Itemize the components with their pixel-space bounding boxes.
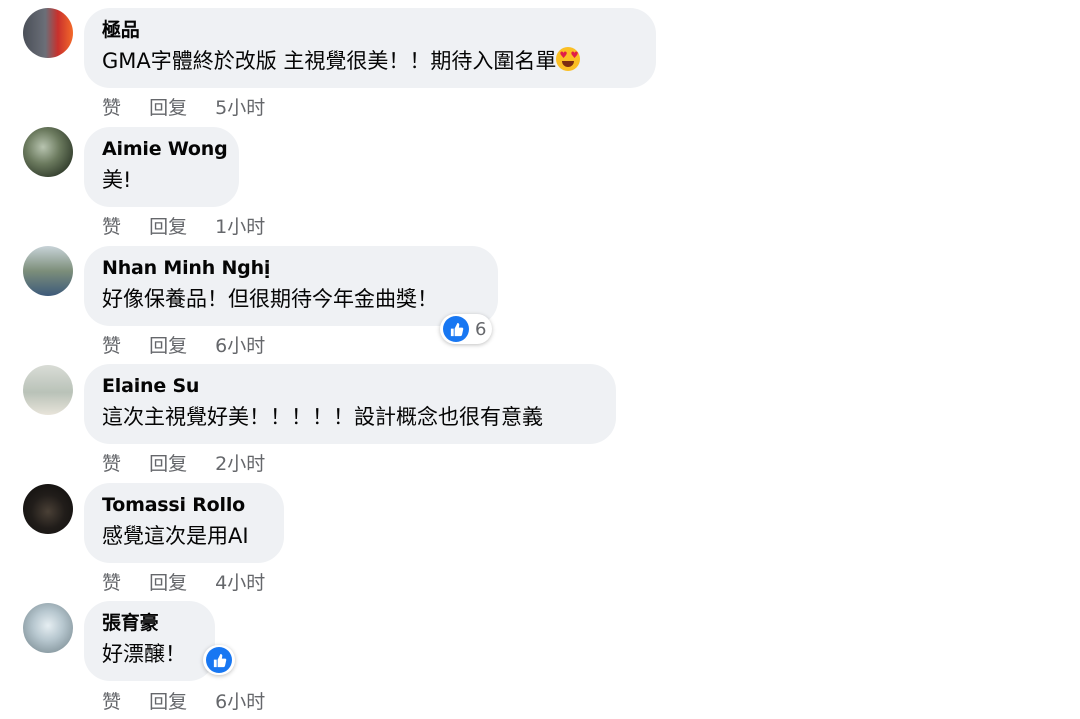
timestamp[interactable]: 4小时: [215, 572, 265, 594]
reaction-badge[interactable]: [203, 645, 235, 675]
comment-bubble: Nhan Minh Nghị 好像保養品！但很期待今年金曲獎！: [84, 246, 498, 326]
comment-author[interactable]: 張育豪: [102, 611, 197, 635]
timestamp[interactable]: 5小时: [215, 97, 265, 119]
comment-text: GMA字體終於改版 主視覺很美！！期待入圍名單 ♥ ♥: [102, 46, 638, 76]
comment-text-body: GMA字體終於改版 主視覺很美！！期待入圍名單: [102, 49, 557, 73]
avatar[interactable]: [23, 603, 73, 653]
like-button[interactable]: 赞: [102, 335, 121, 357]
reaction-badge[interactable]: 6: [440, 314, 493, 344]
reply-button[interactable]: 回复: [149, 97, 187, 119]
comment-author[interactable]: Elaine Su: [102, 374, 598, 398]
comment-author[interactable]: Tomassi Rollo: [102, 493, 266, 517]
avatar[interactable]: [23, 365, 73, 415]
timestamp[interactable]: 6小时: [215, 335, 265, 357]
timestamp[interactable]: 2小时: [215, 453, 265, 475]
avatar[interactable]: [23, 484, 73, 534]
like-icon: [443, 316, 469, 342]
timestamp[interactable]: 6小时: [215, 691, 265, 713]
comment-text: 感覺這次是用AI: [102, 524, 249, 548]
comment-author[interactable]: 極品: [102, 18, 638, 42]
comment-bubble: Tomassi Rollo 感覺這次是用AI: [84, 483, 284, 563]
like-button[interactable]: 赞: [102, 572, 121, 594]
comment-bubble: 極品 GMA字體終於改版 主視覺很美！！期待入圍名單 ♥ ♥: [84, 8, 656, 88]
timestamp[interactable]: 1小时: [215, 216, 265, 238]
comment-bubble: Aimie Wong 美!: [84, 127, 239, 207]
like-button[interactable]: 赞: [102, 691, 121, 713]
comment-actions: 赞 回复 1小时: [102, 212, 287, 239]
comment-text: 這次主視覺好美！！！！！設計概念也很有意義: [102, 405, 543, 429]
comment-text: 好像保養品！但很期待今年金曲獎！: [102, 287, 438, 311]
reply-button[interactable]: 回复: [149, 335, 187, 357]
avatar[interactable]: [23, 246, 73, 296]
comment-actions: 赞 回复 2小时: [102, 449, 287, 476]
comment-actions: 赞 回复 5小时: [102, 93, 287, 120]
avatar[interactable]: [23, 8, 73, 58]
like-button[interactable]: 赞: [102, 216, 121, 238]
like-button[interactable]: 赞: [102, 453, 121, 475]
comment-text: 好漂醸！: [102, 642, 186, 666]
reply-button[interactable]: 回复: [149, 572, 187, 594]
comment-actions: 赞 回复 6小时: [102, 331, 287, 358]
reply-button[interactable]: 回复: [149, 691, 187, 713]
comment-actions: 赞 回复 4小时: [102, 568, 287, 595]
reply-button[interactable]: 回复: [149, 216, 187, 238]
comment-bubble: 張育豪 好漂醸！: [84, 601, 215, 681]
comment-author[interactable]: Aimie Wong: [102, 137, 228, 161]
comment-actions: 赞 回复 6小时: [102, 687, 287, 714]
comment-text: 美!: [102, 168, 132, 192]
reply-button[interactable]: 回复: [149, 453, 187, 475]
comment-author[interactable]: Nhan Minh Nghị: [102, 256, 480, 280]
like-icon: [206, 647, 232, 673]
comment-bubble: Elaine Su 這次主視覺好美！！！！！設計概念也很有意義: [84, 364, 616, 444]
like-button[interactable]: 赞: [102, 97, 121, 119]
avatar[interactable]: [23, 127, 73, 177]
heart-eyes-emoji-icon: ♥ ♥: [556, 47, 581, 71]
reaction-count: 6: [475, 318, 487, 340]
